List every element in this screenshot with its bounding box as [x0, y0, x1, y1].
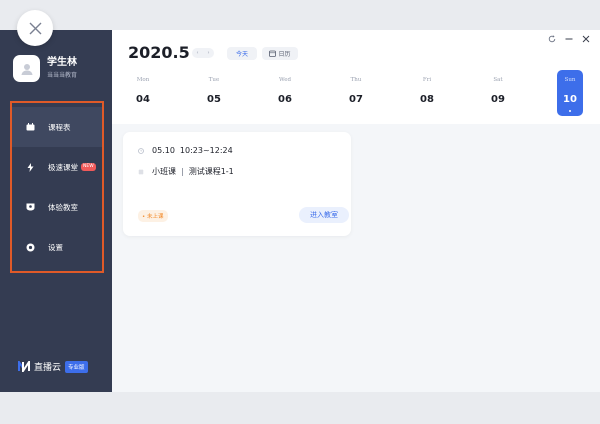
main-content: 2020.5 ‹ › 今天 日历 Mon 04 Tue 05 Wed 06 Th… — [112, 30, 600, 392]
minimize-icon[interactable] — [565, 35, 573, 43]
hash-icon — [138, 169, 144, 175]
close-icon — [29, 22, 41, 34]
event-dot — [569, 110, 571, 112]
day-name: Sat — [493, 77, 503, 83]
sidebar-item-settings[interactable]: 设置 — [12, 227, 102, 267]
calendar-button-label: 日历 — [278, 51, 291, 58]
sidebar-item-label: 设置 — [48, 242, 63, 252]
chevron-left-icon[interactable]: ‹ — [197, 50, 199, 56]
clock-icon — [138, 147, 144, 154]
day-number: 04 — [136, 94, 150, 105]
new-badge: NEW — [81, 163, 96, 171]
classroom-icon — [25, 202, 35, 212]
day-cell[interactable]: Fri 08 — [414, 70, 440, 116]
calendar-header: 2020.5 ‹ › 今天 日历 Mon 04 Tue 05 Wed 06 Th… — [112, 30, 600, 124]
day-name: Wed — [279, 77, 291, 83]
sidebar-item-trial-classroom[interactable]: 体验教室 — [12, 187, 102, 227]
day-number: 09 — [491, 94, 505, 105]
sidebar-nav: 课程表 极速课堂 NEW 体验教室 设置 — [10, 101, 104, 273]
sidebar: 学生林 当当当教育 课程表 极速课堂 NEW 体验教室 设置 直播云 专业版 — [0, 30, 112, 392]
brand: 直播云 专业版 — [18, 360, 88, 373]
lightning-icon — [25, 162, 35, 172]
window-controls — [548, 35, 590, 43]
brand-name: 直播云 — [34, 363, 62, 373]
sidebar-item-fast-class[interactable]: 极速课堂 NEW — [12, 147, 102, 187]
day-name: Mon — [136, 77, 150, 83]
day-name: Sun — [564, 77, 576, 83]
course-time-row: 05.10 10:23~12:24 — [138, 146, 233, 155]
brand-logo-icon — [18, 361, 30, 372]
day-number: 08 — [420, 94, 434, 105]
course-card[interactable]: 05.10 10:23~12:24 小班课 | 测试课程1-1 • 未上课 进入… — [123, 132, 351, 236]
day-name: Thu — [350, 77, 362, 83]
calendar-button[interactable]: 日历 — [262, 47, 298, 60]
chevron-right-icon[interactable]: › — [208, 50, 210, 56]
day-cell[interactable]: Sat 09 — [485, 70, 511, 116]
day-cell[interactable]: Thu 07 — [343, 70, 369, 116]
edition-badge: 专业版 — [65, 360, 88, 373]
day-number: 07 — [349, 94, 363, 105]
enter-classroom-button[interactable]: 进入教室 — [299, 207, 349, 223]
day-name: Fri — [422, 77, 432, 83]
title-separator: | — [181, 167, 184, 176]
app-window: 学生林 当当当教育 课程表 极速课堂 NEW 体验教室 设置 直播云 专业版 2… — [0, 30, 600, 392]
day-number: 05 — [207, 94, 221, 105]
user-school: 当当当教育 — [47, 72, 78, 79]
week-strip: Mon 04 Tue 05 Wed 06 Thu 07 Fri 08 Sat 0… — [112, 70, 600, 120]
avatar[interactable] — [13, 55, 40, 82]
course-date: 05.10 — [152, 146, 175, 155]
sidebar-item-label: 课程表 — [48, 122, 71, 132]
day-name: Tue — [208, 77, 220, 83]
calendar-icon — [25, 122, 35, 132]
day-number: 06 — [278, 94, 292, 105]
sidebar-item-label: 极速课堂 — [48, 162, 78, 172]
day-cell[interactable]: Wed 06 — [272, 70, 298, 116]
user-icon — [21, 63, 32, 75]
status-badge: • 未上课 — [138, 210, 168, 222]
calendar-icon — [269, 50, 277, 57]
gear-icon — [25, 242, 35, 252]
course-name: 测试课程1-1 — [188, 167, 234, 176]
day-number: 10 — [563, 94, 577, 105]
course-type: 小班课 — [152, 167, 176, 176]
today-button[interactable]: 今天 — [227, 47, 257, 60]
sidebar-item-label: 体验教室 — [48, 202, 78, 212]
day-cell[interactable]: Mon 04 — [130, 70, 156, 116]
month-title: 2020.5 — [128, 43, 190, 62]
close-button[interactable] — [17, 10, 53, 46]
month-nav: ‹ › — [192, 48, 214, 58]
day-cell-selected[interactable]: Sun 10 — [557, 70, 583, 116]
user-name: 学生林 — [47, 57, 77, 68]
sidebar-item-schedule[interactable]: 课程表 — [12, 107, 102, 147]
close-icon[interactable] — [582, 35, 590, 43]
course-title-row: 小班课 | 测试课程1-1 — [138, 166, 234, 177]
course-time: 10:23~12:24 — [179, 146, 233, 155]
day-cell[interactable]: Tue 05 — [201, 70, 227, 116]
refresh-icon[interactable] — [548, 35, 556, 43]
